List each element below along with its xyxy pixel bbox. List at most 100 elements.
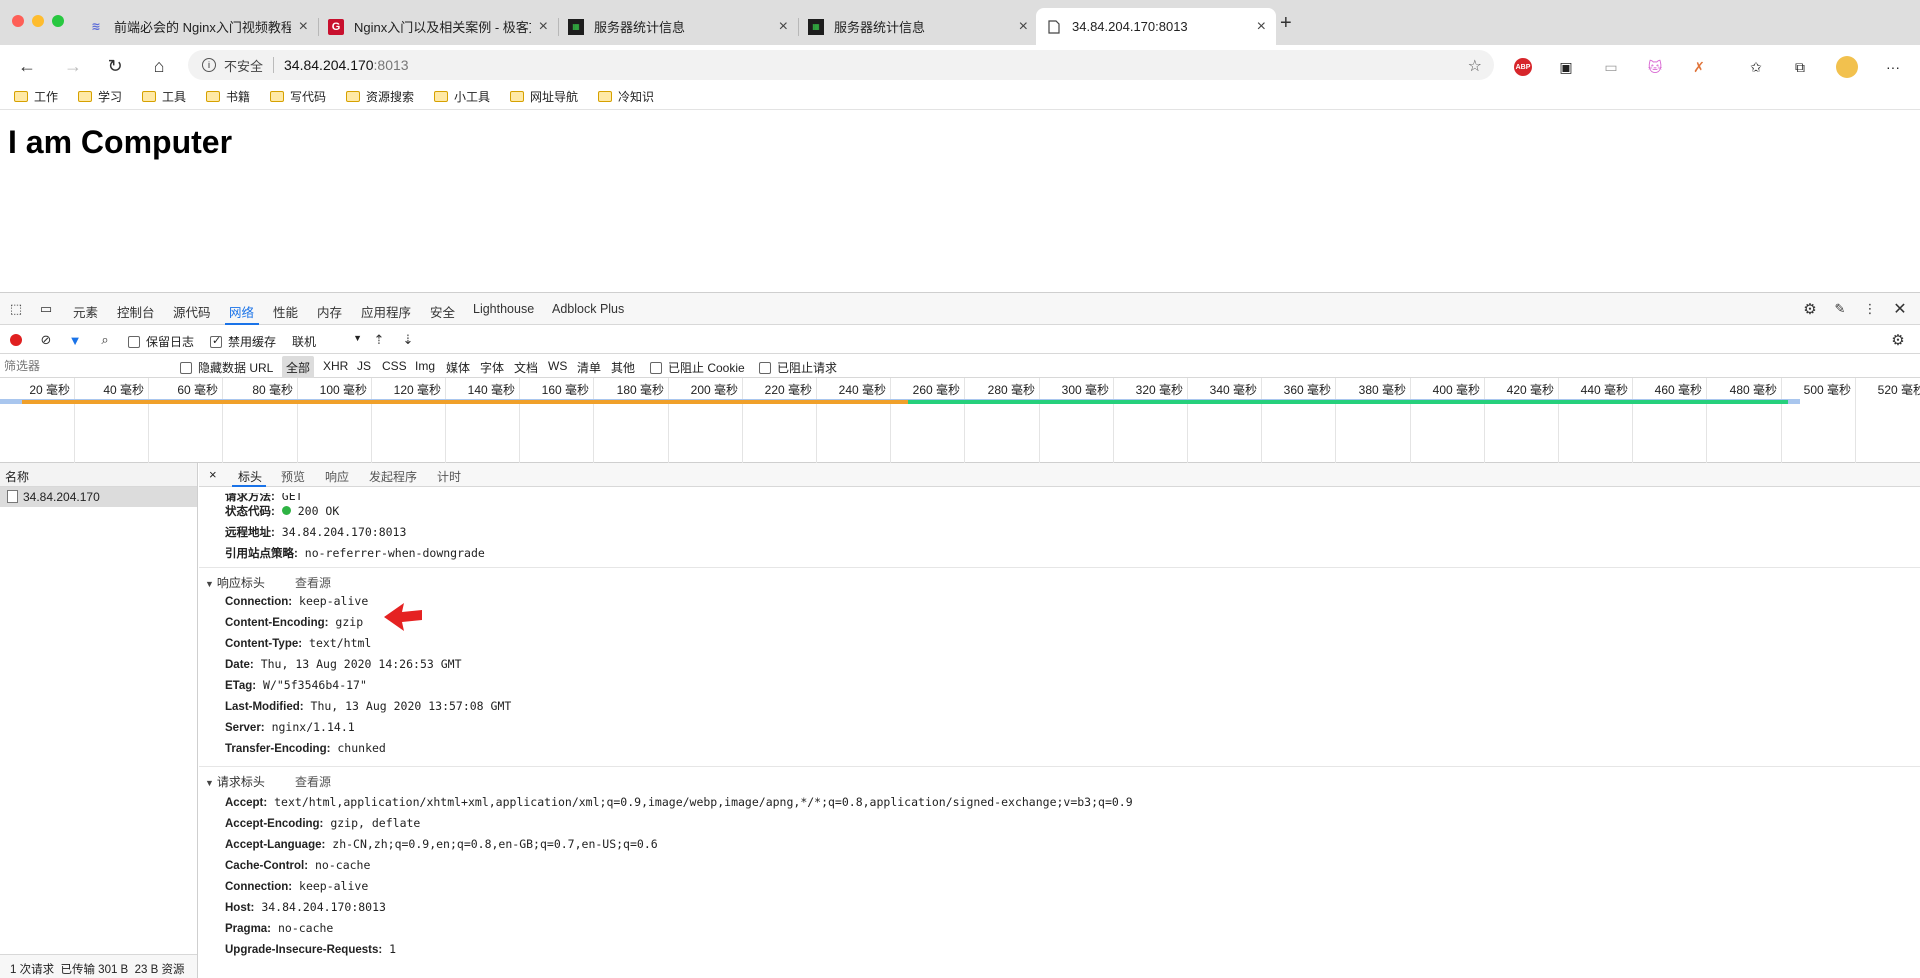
bookmark-folder[interactable]: 书籍 — [206, 88, 250, 105]
filter-type-other[interactable]: 其他 — [611, 359, 635, 376]
zoom-window-button[interactable] — [52, 15, 64, 27]
close-devtools-icon[interactable]: ✕ — [1892, 301, 1908, 318]
close-tab-icon[interactable]: × — [299, 18, 308, 36]
filter-type-font[interactable]: 字体 — [480, 359, 504, 376]
close-tab-icon[interactable]: × — [1257, 18, 1266, 36]
filter-type-css[interactable]: CSS — [382, 359, 407, 373]
search-icon[interactable]: ⌕ — [97, 332, 113, 348]
bookmark-folder[interactable]: 冷知识 — [598, 88, 654, 105]
adblock-plus-icon[interactable]: ABP — [1514, 58, 1532, 76]
disable-cache-checkbox[interactable]: 禁用缓存 — [210, 333, 276, 350]
tab-lighthouse[interactable]: Lighthouse — [473, 302, 534, 316]
filter-type-media[interactable]: 媒体 — [446, 359, 470, 376]
bookmark-folder[interactable]: 写代码 — [270, 88, 326, 105]
filter-type-manifest[interactable]: 清单 — [577, 359, 601, 376]
reload-button[interactable]: ↻ — [104, 55, 126, 77]
tab-elements[interactable]: 元素 — [73, 302, 98, 321]
network-settings-icon[interactable]: ⚙ — [1890, 332, 1906, 349]
detail-tab-initiator[interactable]: 发起程序 — [369, 468, 417, 485]
more-menu-icon[interactable]: ··· — [1884, 58, 1902, 76]
more-options-icon[interactable]: ⋮ — [1862, 301, 1878, 317]
detail-tab-timing[interactable]: 计时 — [437, 468, 461, 485]
filter-type-js[interactable]: JS — [357, 359, 371, 373]
bookmark-folder[interactable]: 学习 — [78, 88, 122, 105]
record-button[interactable] — [8, 332, 24, 348]
filter-input[interactable] — [4, 357, 164, 375]
inspect-element-icon[interactable]: ⬚ — [8, 301, 24, 317]
device-toolbar-icon[interactable]: ▭ — [38, 301, 54, 317]
feedback-icon[interactable]: ✎ — [1832, 301, 1848, 317]
favorites-icon[interactable]: ✩ — [1747, 58, 1765, 76]
browser-tab[interactable]: ▦ 服务器统计信息 × — [558, 8, 798, 45]
request-headers-section[interactable]: ▼ 请求标头 查看源 — [205, 773, 331, 790]
tab-adblock-plus[interactable]: Adblock Plus — [552, 302, 624, 316]
forward-button[interactable]: → — [62, 55, 84, 77]
import-har-icon[interactable]: ⇡ — [371, 332, 387, 348]
folder-icon — [598, 91, 612, 102]
tab-console[interactable]: 控制台 — [117, 302, 155, 321]
bookmark-folder[interactable]: 工具 — [142, 88, 186, 105]
network-overview-timeline[interactable]: 20 毫秒 40 毫秒 60 毫秒 80 毫秒 100 毫秒 120 毫秒 140 毫秒 16… — [0, 378, 1920, 463]
tab-application[interactable]: 应用程序 — [361, 302, 411, 321]
bookmark-folder[interactable]: 资源搜索 — [346, 88, 414, 105]
export-har-icon[interactable]: ⇣ — [400, 332, 416, 348]
timeline-tick-label: 160 毫秒 — [541, 383, 589, 397]
browser-tab[interactable]: ≋ 前端必会的 Nginx入门视频教程（ × — [78, 8, 318, 45]
view-source-link[interactable]: 查看源 — [295, 775, 331, 789]
close-tab-icon[interactable]: × — [779, 18, 788, 36]
blocked-requests-checkbox[interactable]: 已阻止请求 — [759, 359, 837, 376]
throttling-select[interactable]: 联机 ▼ — [292, 333, 362, 350]
timeline-tick-label: 520 毫秒 — [1877, 383, 1920, 397]
translate-icon[interactable]: ✗ — [1690, 58, 1708, 76]
address-bar[interactable]: i 不安全 34.84.204.170 :8013 ☆ — [188, 50, 1494, 80]
profile-avatar[interactable] — [1836, 56, 1858, 78]
detail-tab-response[interactable]: 响应 — [325, 468, 349, 485]
timeline-tick-label: 180 毫秒 — [616, 383, 664, 397]
home-button[interactable]: ⌂ — [148, 55, 170, 77]
settings-gear-icon[interactable]: ⚙ — [1802, 301, 1818, 318]
detail-tab-preview[interactable]: 预览 — [281, 468, 305, 485]
tab-memory[interactable]: 内存 — [317, 302, 342, 321]
tab-security[interactable]: 安全 — [430, 302, 455, 321]
preserve-log-checkbox[interactable]: 保留日志 — [128, 333, 194, 350]
clear-icon[interactable]: ⊘ — [38, 332, 54, 348]
info-icon[interactable]: i — [202, 58, 216, 72]
star-icon[interactable]: ☆ — [1468, 56, 1482, 76]
detail-tab-headers[interactable]: 标头 — [238, 468, 262, 485]
filter-icon[interactable]: ▼ — [67, 332, 83, 348]
response-headers-section[interactable]: ▼ 响应标头 查看源 — [205, 574, 331, 591]
name-column-header[interactable]: 名称 — [0, 463, 197, 487]
request-header-row: Pragma: no-cache — [225, 921, 334, 935]
collections-icon[interactable]: ⧉ — [1791, 58, 1809, 76]
hide-data-urls-checkbox[interactable]: 隐藏数据 URL — [180, 359, 273, 376]
filter-type-img[interactable]: Img — [415, 359, 435, 373]
filter-type-all[interactable]: 全部 — [282, 356, 315, 379]
tab-performance[interactable]: 性能 — [273, 302, 298, 321]
browser-tab-active[interactable]: 34.84.204.170:8013 × — [1036, 8, 1276, 45]
bookmark-folder[interactable]: 小工具 — [434, 88, 490, 105]
bookmark-folder[interactable]: 网址导航 — [510, 88, 578, 105]
close-details-icon[interactable]: × — [209, 467, 217, 482]
close-tab-icon[interactable]: × — [539, 18, 548, 36]
new-tab-button[interactable]: + — [1280, 12, 1292, 35]
filter-type-doc[interactable]: 文档 — [514, 359, 538, 376]
tab-sidebar-icon[interactable]: ▭ — [1602, 58, 1620, 76]
timeline-gridline — [1558, 378, 1559, 463]
view-source-link[interactable]: 查看源 — [295, 576, 331, 590]
bookmark-folder[interactable]: 工作 — [14, 88, 58, 105]
filter-type-xhr[interactable]: XHR — [323, 359, 348, 373]
browser-tab[interactable]: G Nginx入门以及相关案例 - 极客文 × — [318, 8, 558, 45]
close-tab-icon[interactable]: × — [1019, 18, 1028, 36]
cat-extension-icon[interactable]: 🐱 — [1646, 58, 1664, 76]
timeline-tick-label: 260 毫秒 — [912, 383, 960, 397]
blocked-cookies-checkbox[interactable]: 已阻止 Cookie — [650, 359, 745, 376]
request-row[interactable]: 34.84.204.170 — [0, 487, 197, 507]
extension-icon[interactable]: ▣ — [1557, 58, 1575, 76]
back-button[interactable]: ← — [16, 55, 38, 77]
tab-sources[interactable]: 源代码 — [173, 302, 211, 321]
tab-network[interactable]: 网络 — [229, 302, 254, 321]
filter-type-ws[interactable]: WS — [548, 359, 567, 373]
close-window-button[interactable] — [12, 15, 24, 27]
minimize-window-button[interactable] — [32, 15, 44, 27]
browser-tab[interactable]: ▦ 服务器统计信息 × — [798, 8, 1038, 45]
